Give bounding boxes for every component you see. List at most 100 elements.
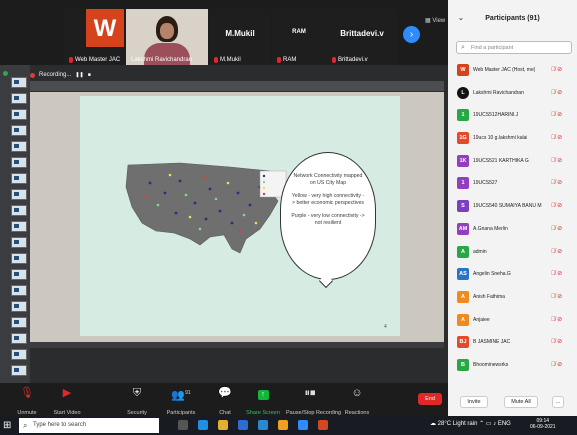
reactions-button[interactable]: ☺ Reactions xyxy=(342,386,372,416)
video-tile-mukil[interactable]: M.Mukil M.Mukil xyxy=(209,9,271,65)
participant-search-input[interactable]: ⌕ Find a participant xyxy=(456,41,572,54)
chat-icon: 💬 xyxy=(218,387,232,399)
search-icon: ⌕ xyxy=(461,44,465,51)
chevron-right-icon[interactable]: › xyxy=(403,26,420,43)
slide-thumbnail[interactable] xyxy=(11,333,27,344)
chrome-icon[interactable] xyxy=(278,420,288,430)
pause-icon[interactable]: ❚❚ xyxy=(75,72,83,78)
participant-row[interactable]: L Lakshmi Ravichandran 🎙̸ ⊘ xyxy=(448,82,577,105)
slide-thumbnail[interactable] xyxy=(11,157,27,168)
more-button[interactable]: ... xyxy=(552,396,564,408)
presentation-canvas: Network Connectivity mapped on US City M… xyxy=(30,92,444,342)
view-button[interactable]: ▦ View xyxy=(425,17,445,24)
participant-row[interactable]: W Web Master JAC (Host, me) 🎙̸ ⊘ xyxy=(448,59,577,82)
video-tile-brittadevi[interactable]: Brittadevi.v Brittadevi.v xyxy=(327,9,397,65)
mail-icon[interactable] xyxy=(258,420,268,430)
participant-row[interactable]: A Anish Fathima 🎙̸ ⊘ xyxy=(448,286,577,309)
file-explorer-icon[interactable] xyxy=(218,420,228,430)
muted-mic-icon xyxy=(277,57,281,63)
avatar: B xyxy=(457,358,469,371)
participant-name: 19UCS527 xyxy=(473,180,498,187)
shield-icon: ⛨ xyxy=(132,387,142,399)
slide-thumbnail[interactable] xyxy=(11,269,27,280)
store-icon[interactable] xyxy=(238,420,248,430)
end-meeting-button[interactable]: End xyxy=(418,393,442,405)
edge-icon[interactable] xyxy=(198,420,208,430)
participant-name: Web Master JAC (Host, me) xyxy=(473,67,536,73)
slide-thumbnail[interactable] xyxy=(11,189,27,200)
participant-row[interactable]: S 19UCS540 SUMAIYA BANU M 🎙̸ ⊘ xyxy=(448,195,577,218)
video-gallery: W Web Master JAC Lakshmi Ravichandran M.… xyxy=(0,0,448,65)
avatar: A xyxy=(457,245,469,258)
slide-thumbnail[interactable] xyxy=(11,221,27,232)
slide-thumbnail[interactable] xyxy=(11,125,27,136)
video-tile-ram[interactable]: RAM RAM xyxy=(272,9,326,65)
participant-row[interactable]: 1K 19UCS521 KARTHIKA G 🎙̸ ⊘ xyxy=(448,150,577,173)
pause-recording-button[interactable]: ⏸⏹ Pause/Stop Recording xyxy=(286,386,341,416)
slide-thumbnail[interactable] xyxy=(11,349,27,360)
participant-row[interactable]: 1 19UCS527 🎙̸ ⊘ xyxy=(448,172,577,195)
slide-thumbnail[interactable] xyxy=(11,237,27,248)
participant-name: admin xyxy=(473,248,487,255)
participant-row[interactable]: A Anjaiee 🎙̸ ⊘ xyxy=(448,309,577,332)
avatar: A xyxy=(457,290,469,303)
slide-thumbnail[interactable] xyxy=(11,317,27,328)
slide-thumbnail[interactable] xyxy=(11,141,27,152)
participant-row[interactable]: BJ B JASMINE JAC 🎙̸ ⊘ xyxy=(448,331,577,354)
chat-button[interactable]: 💬 Chat xyxy=(214,386,236,416)
mute-all-button[interactable]: Mute All xyxy=(504,396,538,408)
start-video-button[interactable]: ▶ Start Video xyxy=(52,386,82,416)
slide-thumbnail[interactable] xyxy=(11,365,27,376)
chevron-down-icon[interactable]: ⌄ xyxy=(458,0,464,38)
video-tile-web-master[interactable]: W Web Master JAC xyxy=(64,9,126,65)
participant-row[interactable]: B Bhoominewsrks 🎙̸ ⊘ xyxy=(448,354,577,377)
slide-thumbnail[interactable] xyxy=(11,253,27,264)
participants-button[interactable]: 👥91 Participants xyxy=(164,386,198,416)
participant-row[interactable]: Aadmin 🎙̸ ⊘ xyxy=(448,241,577,264)
avatar: W xyxy=(457,64,469,76)
participant-name: 19UCS512HARINI.J xyxy=(473,112,519,119)
participants-count: 91 xyxy=(185,390,191,396)
slide-thumbnail[interactable] xyxy=(11,205,27,216)
bubble-yellow-text: Yellow - very high connectivity -> bette… xyxy=(291,193,365,206)
tile-name: Web Master JAC xyxy=(75,57,121,63)
slide-thumbnail[interactable] xyxy=(11,109,27,120)
powerpoint-icon[interactable] xyxy=(318,420,328,430)
muted-mic-icon: 🎙̸ ⊘ xyxy=(551,203,563,210)
participant-name: 19ucs 10 g.lakshmi kalai xyxy=(473,135,528,142)
taskbar-search-input[interactable]: ⌕ Type here to search xyxy=(19,418,159,433)
participant-row[interactable]: 1G 19ucs 10 g.lakshmi kalai 🎙̸ ⊘ xyxy=(448,127,577,150)
slide-thumbnail[interactable] xyxy=(11,285,27,296)
muted-mic-icon: 🎙̸ ⊘ xyxy=(551,248,563,255)
participant-row[interactable]: AM A.Gnana Merlin 🎙̸ ⊘ xyxy=(448,218,577,241)
slide-thumbnail[interactable] xyxy=(11,77,27,88)
zoom-icon[interactable] xyxy=(298,420,308,430)
slide-thumbnail[interactable] xyxy=(11,301,27,312)
security-button[interactable]: ⛨ Security xyxy=(122,386,152,416)
task-view-icon[interactable] xyxy=(178,420,188,430)
unmute-button[interactable]: 🎙 Unmute xyxy=(14,386,40,416)
participant-row[interactable]: 1 19UCS512HARINI.J 🎙̸ ⊘ xyxy=(448,104,577,127)
muted-mic-icon: 🎙̸ ⊘ xyxy=(551,89,563,96)
invite-button[interactable]: Invite xyxy=(460,396,488,408)
video-tile-lakshmi[interactable]: Lakshmi Ravichandran xyxy=(126,9,208,65)
stop-icon[interactable]: ■ xyxy=(88,72,91,78)
system-tray[interactable]: ☁ 28°C Light rain ⌃ ▭ ♪ ENG xyxy=(430,420,511,427)
windows-start-icon[interactable]: ⊞ xyxy=(3,420,11,431)
status-dot-icon xyxy=(3,71,8,76)
muted-mic-icon: 🎙̸ ⊘ xyxy=(551,157,563,164)
panel-footer: Invite Mute All ... xyxy=(448,389,577,416)
slide-thumbnail[interactable] xyxy=(11,93,27,104)
clock-date: 06-09-2021 xyxy=(530,424,556,430)
participant-name: B JASMINE JAC xyxy=(473,339,511,346)
tile-name: Brittadevi.v xyxy=(338,57,368,63)
avatar: AM xyxy=(457,222,469,235)
participant-name: Anish Fathima xyxy=(473,293,505,300)
share-screen-button[interactable]: ↑ Share Screen xyxy=(246,386,280,416)
slide-thumbnail[interactable] xyxy=(11,173,27,184)
participant-row[interactable]: AS Angelin Sneha.G 🎙̸ ⊘ xyxy=(448,263,577,286)
participant-list: W Web Master JAC (Host, me) 🎙̸ ⊘ L Lakshmi R… xyxy=(448,59,577,377)
clock[interactable]: 09:14 06-09-2021 xyxy=(530,418,556,430)
participant-name: Anjaiee xyxy=(473,316,490,323)
recording-dot-icon xyxy=(30,72,35,78)
